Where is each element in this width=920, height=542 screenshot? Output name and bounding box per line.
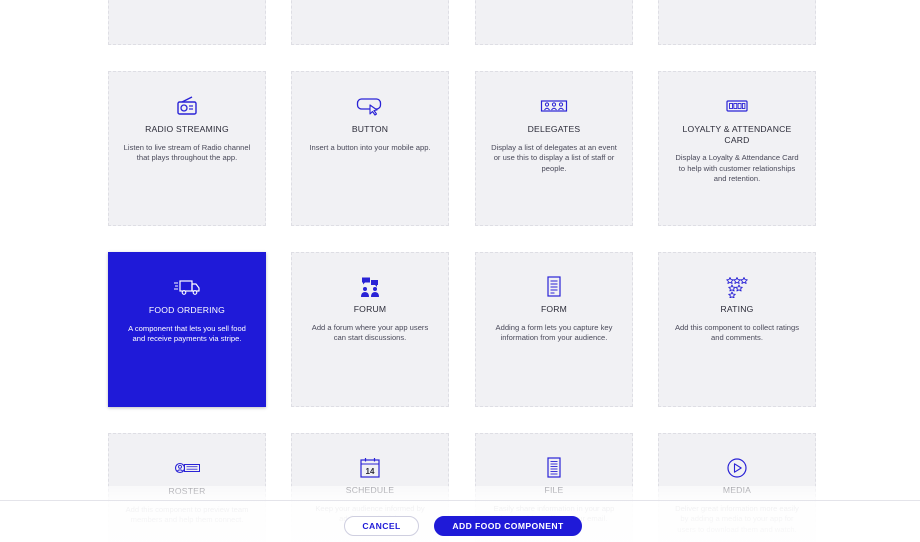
component-card-partial[interactable] [108,0,266,45]
card-title: FORUM [353,304,387,314]
action-footer: CANCEL ADD FOOD COMPONENT [0,500,920,542]
card-title: LOYALTY & ATTENDANCE CARD [682,124,792,145]
component-card-radio-streaming[interactable]: RADIO STREAMING Listen to live stream of… [108,71,266,226]
card-description: Display a list of delegates at an event … [491,142,617,173]
card-description: Insert a button into your mobile app. [309,142,431,152]
media-play-icon [727,458,747,478]
cancel-button[interactable]: CANCEL [344,516,419,536]
card-description: Adding a form lets you capture key infor… [495,322,613,343]
card-title: RADIO STREAMING [145,124,229,134]
component-card-partial[interactable] [291,0,449,45]
card-title: MEDIA [722,485,752,495]
component-grid: RADIO STREAMING Listen to live stream of… [0,0,920,542]
component-card-partial[interactable] [658,0,816,45]
card-description: A component that lets you sell food and … [128,323,246,344]
card-title: SCHEDULE [345,485,395,495]
component-card-food-ordering[interactable]: FOOD ORDERING A component that lets you … [108,252,266,407]
loyalty-card-icon [726,100,748,112]
button-pointer-icon [356,98,382,116]
delegates-icon [540,100,568,112]
add-component-button[interactable]: ADD FOOD COMPONENT [434,516,582,536]
form-icon [547,276,561,297]
card-description: Add a forum where your app users can sta… [311,322,429,343]
component-card-rating[interactable]: RATING Add this component to collect rat… [658,252,816,407]
card-title: DELEGATES [527,124,581,134]
component-card-loyalty-attendance[interactable]: LOYALTY & ATTENDANCE CARD Display a Loya… [658,71,816,226]
card-description: Listen to live stream of Radio channel t… [123,142,251,163]
card-title: BUTTON [351,124,389,134]
component-card-form[interactable]: FORM Adding a form lets you capture key … [475,252,633,407]
card-title: FORM [540,304,568,314]
roster-icon [174,462,200,474]
component-card-forum[interactable]: FORUM Add a forum where your app users c… [291,252,449,407]
component-card-delegates[interactable]: DELEGATES Display a list of delegates at… [475,71,633,226]
component-card-button[interactable]: BUTTON Insert a button into your mobile … [291,71,449,226]
card-title: ROSTER [168,486,206,496]
calendar-day-number: 14 [366,467,375,476]
forum-icon [361,277,379,297]
card-title: RATING [720,304,754,314]
card-title: FOOD ORDERING [148,305,226,315]
card-description: Add this component to collect ratings an… [674,322,800,343]
delivery-truck-icon [174,280,200,295]
radio-icon [177,96,197,115]
calendar-icon: 14 [360,458,380,478]
card-title: FILE [544,485,564,495]
component-card-partial[interactable] [475,0,633,45]
card-description: Display a Loyalty & Attendance Card to h… [675,153,799,183]
rating-stars-icon [726,277,748,298]
file-icon [547,457,561,478]
